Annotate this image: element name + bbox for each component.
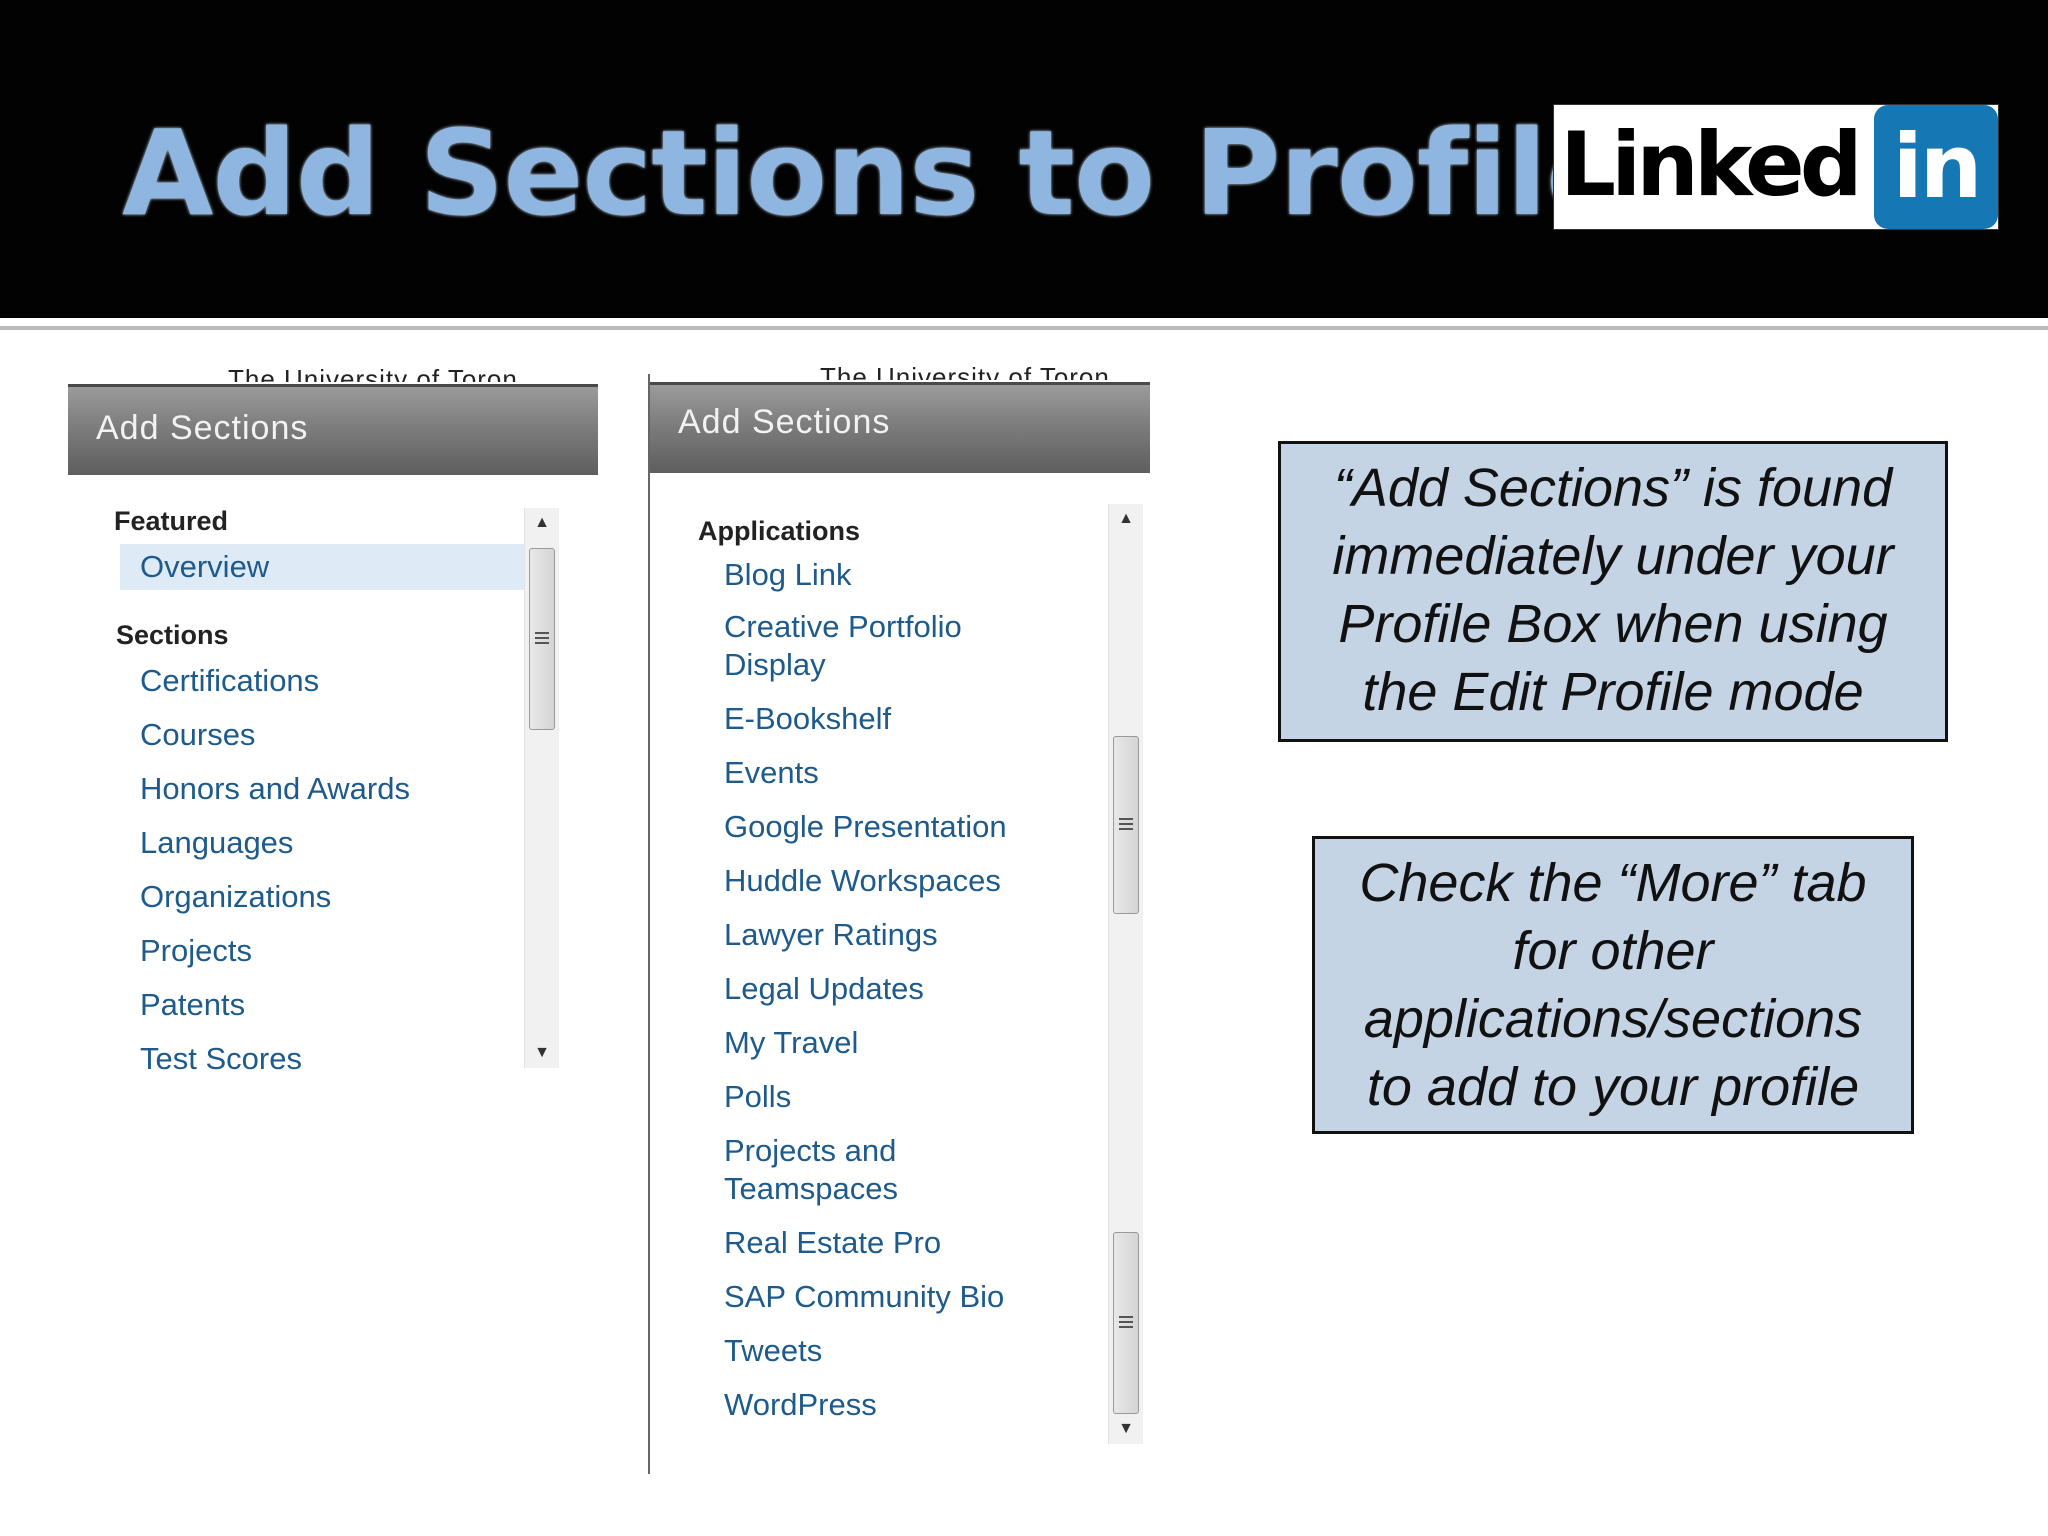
app-item-events[interactable]: Events (724, 754, 819, 792)
logo-badge: in (1874, 105, 1998, 229)
app-item-polls[interactable]: Polls (724, 1078, 791, 1116)
slide-header: Add Sections to Profile Linked in (0, 0, 2048, 318)
grip-icon (1119, 818, 1133, 832)
grip-icon (535, 632, 549, 646)
callout-line: “Add Sections” is found (1333, 458, 1893, 518)
group-label-featured: Featured (114, 506, 229, 536)
section-item-overview[interactable]: Overview (120, 544, 526, 590)
callout-line: immediately under your (1332, 526, 1894, 586)
scrollbar-thumb[interactable] (1113, 736, 1139, 914)
grip-icon (1119, 1316, 1133, 1330)
app-item-creative-portfolio[interactable]: Creative Portfolio Display (724, 608, 994, 684)
section-item-certifications[interactable]: Certifications (140, 662, 319, 700)
panel-header: Add Sections (68, 384, 598, 475)
app-item-tweets[interactable]: Tweets (724, 1332, 822, 1370)
add-sections-panel-left: The University of Toron Add Sections Fea… (68, 364, 598, 1096)
cropped-text: The University of Toron (820, 362, 1110, 380)
panel-header-title: Add Sections (678, 403, 891, 441)
callout-line: to add to your profile (1366, 1057, 1860, 1117)
slide-title: Add Sections to Profile (122, 104, 1626, 242)
header-divider (0, 326, 2048, 330)
linkedin-logo: Linked in (1553, 104, 1999, 230)
cropped-text: The University of Toron (228, 364, 518, 382)
scroll-down-icon[interactable]: ▼ (1109, 1414, 1143, 1444)
callout-line: the Edit Profile mode (1362, 662, 1864, 722)
group-label-sections: Sections (116, 620, 229, 650)
section-item-courses[interactable]: Courses (140, 716, 255, 754)
app-item-sap-community-bio[interactable]: SAP Community Bio (724, 1278, 1004, 1316)
section-item-projects[interactable]: Projects (140, 932, 252, 970)
section-item-organizations[interactable]: Organizations (140, 878, 331, 916)
app-item-real-estate-pro[interactable]: Real Estate Pro (724, 1224, 941, 1262)
section-item-honors-awards[interactable]: Honors and Awards (140, 770, 410, 808)
section-item-test-scores[interactable]: Test Scores (140, 1040, 302, 1078)
callout-line: applications/sections (1363, 989, 1863, 1049)
scroll-up-icon[interactable]: ▲ (1109, 504, 1143, 534)
add-sections-panel-right: The University of Toron Add Sections App… (648, 362, 1150, 1474)
logo-wordmark: Linked (1560, 113, 1863, 216)
callout-line: for other (1512, 921, 1714, 981)
app-item-huddle-workspaces[interactable]: Huddle Workspaces (724, 862, 1001, 900)
app-item-my-travel[interactable]: My Travel (724, 1024, 858, 1062)
app-item-blog-link[interactable]: Blog Link (724, 556, 852, 594)
scrollbar-thumb[interactable] (1113, 1232, 1139, 1414)
callout-line: Check the “More” tab (1359, 853, 1867, 913)
scroll-up-icon[interactable]: ▲ (525, 508, 559, 538)
scrollbar-thumb[interactable] (529, 548, 555, 730)
section-item-languages[interactable]: Languages (140, 824, 293, 862)
callout-line: Profile Box when using (1338, 594, 1888, 654)
panel-header-title: Add Sections (96, 409, 309, 447)
app-item-lawyer-ratings[interactable]: Lawyer Ratings (724, 916, 938, 954)
group-label-applications: Applications (698, 516, 861, 546)
scrollbar[interactable]: ▲ ▼ (1108, 504, 1143, 1444)
scrollbar[interactable]: ▲ ▼ (524, 508, 559, 1068)
app-item-projects-teamspaces[interactable]: Projects and Teamspaces (724, 1132, 954, 1208)
app-item-google-presentation[interactable]: Google Presentation (724, 808, 1007, 846)
app-item-e-bookshelf[interactable]: E-Bookshelf (724, 700, 891, 738)
panel-header: Add Sections (650, 382, 1150, 473)
callout-add-sections-location: “Add Sections” is found immediately unde… (1278, 441, 1948, 742)
section-item-patents[interactable]: Patents (140, 986, 245, 1024)
app-item-legal-updates[interactable]: Legal Updates (724, 970, 924, 1008)
scroll-down-icon[interactable]: ▼ (525, 1038, 559, 1068)
callout-more-tab: Check the “More” tab for other applicati… (1312, 836, 1914, 1134)
app-item-wordpress[interactable]: WordPress (724, 1386, 877, 1424)
